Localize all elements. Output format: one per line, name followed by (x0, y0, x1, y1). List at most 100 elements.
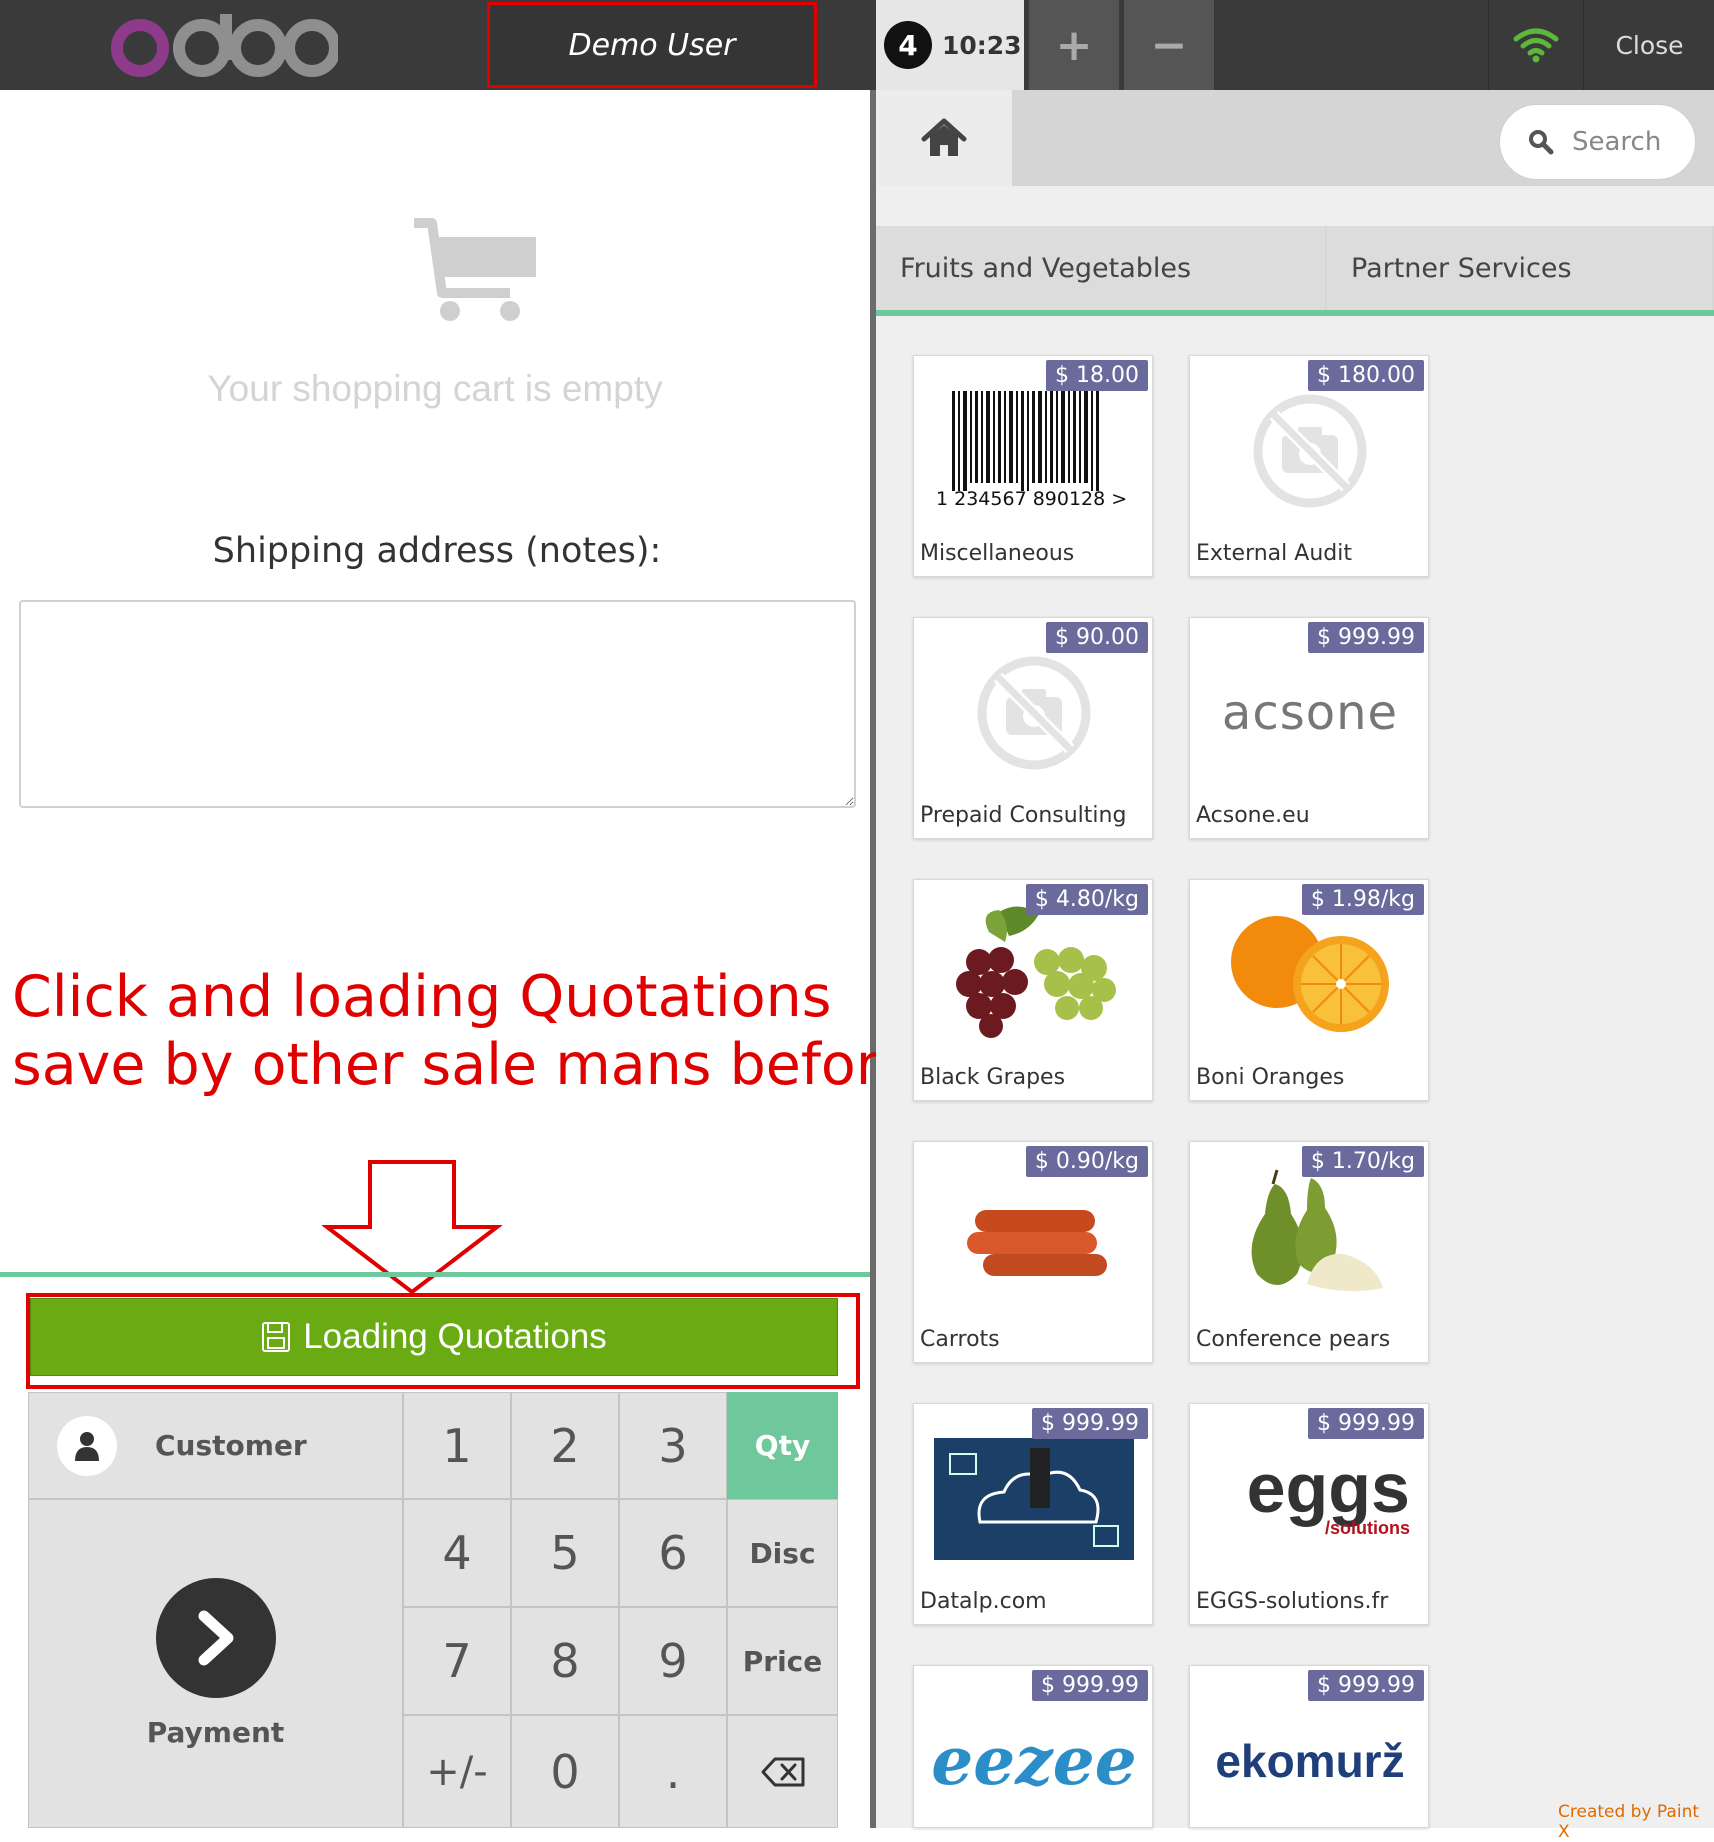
category-fruits-and-vegetables[interactable]: Fruits and Vegetables (876, 226, 1325, 310)
product-name: Conference pears (1196, 1327, 1391, 1352)
product-price: $ 1.70/kg (1301, 1146, 1424, 1177)
loading-quotations-button[interactable]: Loading Quotations (30, 1298, 838, 1376)
odoo-logo (111, 14, 338, 77)
customer-label: Customer (155, 1429, 307, 1462)
oranges-image (1210, 902, 1410, 1047)
plus-icon: + (1055, 19, 1093, 71)
home-icon (921, 118, 967, 156)
product-card-datalp[interactable]: $ 999.99 Datalp.com (913, 1403, 1153, 1625)
numpad-key-5[interactable]: 5 (511, 1499, 619, 1607)
shopping-cart-icon (414, 218, 536, 321)
numpad-key-0[interactable]: 0 (511, 1715, 619, 1828)
annotation-line-2: save by other sale mans before. (12, 1032, 932, 1098)
numpad-key-2[interactable]: 2 (511, 1392, 619, 1499)
product-card-eggs-solutions[interactable]: eggs /solutions $ 999.99 EGGS-solutions.… (1189, 1403, 1429, 1625)
product-card-eezee[interactable]: eezee $ 999.99 (913, 1665, 1153, 1828)
backspace-icon (761, 1757, 804, 1786)
remove-order-button[interactable]: − (1124, 0, 1214, 90)
product-price: $ 0.90/kg (1025, 1146, 1148, 1177)
product-price: $ 999.99 (1032, 1670, 1148, 1701)
product-card-prepaid-consulting[interactable]: $ 90.00 Prepaid Consulting (913, 617, 1153, 839)
numpad-key-6[interactable]: 6 (619, 1499, 727, 1607)
product-name: Miscellaneous (920, 541, 1075, 566)
product-name: EGGS-solutions.fr (1196, 1589, 1389, 1614)
order-divider-line (0, 1272, 870, 1277)
carrots-image (934, 1164, 1134, 1309)
product-name: Boni Oranges (1196, 1065, 1345, 1090)
annotation-line-1: Click and loading Quotations (12, 964, 832, 1030)
product-card-conference-pears[interactable]: $ 1.70/kg Conference pears (1189, 1141, 1429, 1363)
product-name: Datalp.com (920, 1589, 1047, 1614)
order-number-badge: 4 (884, 21, 932, 69)
search-icon (1529, 130, 1554, 155)
product-price: $ 999.99 (1308, 622, 1424, 653)
product-card-miscellaneous[interactable]: 1 234567 890128 > $ 18.00 Miscellaneous (913, 355, 1153, 577)
product-price: $ 999.99 (1308, 1408, 1424, 1439)
ekomurz-logo: ekomurž (1215, 1734, 1405, 1787)
category-divider-line (876, 310, 1714, 316)
product-price: $ 180.00 (1308, 360, 1424, 391)
numpad-key-sign[interactable]: +/- (403, 1715, 511, 1828)
backspace-button[interactable] (727, 1715, 838, 1828)
eezee-logo: eezee (931, 1721, 1137, 1800)
numpad-key-4[interactable]: 4 (403, 1499, 511, 1607)
product-name: Carrots (920, 1327, 1000, 1352)
product-name: Black Grapes (920, 1065, 1066, 1090)
shipping-address-input[interactable] (19, 600, 856, 808)
barcode-image: 1 234567 890128 > (934, 378, 1134, 523)
product-price: $ 90.00 (1046, 622, 1148, 653)
floppy-disk-icon (262, 1322, 291, 1352)
product-price: $ 999.99 (1032, 1408, 1148, 1439)
search-input[interactable]: Search (1499, 104, 1696, 180)
product-name: Acsone.eu (1196, 803, 1310, 828)
search-placeholder: Search (1572, 127, 1662, 157)
cloud-business-image (934, 1426, 1134, 1571)
numpad-key-3[interactable]: 3 (619, 1392, 727, 1499)
order-tab[interactable]: 4 10:23 (876, 0, 1024, 90)
user-name-button[interactable]: Demo User (487, 2, 817, 88)
barcode-number: 1 234567 890128 > (936, 488, 1127, 510)
product-card-black-grapes[interactable]: $ 4.80/kg Black Grapes (913, 879, 1153, 1101)
mode-price-button[interactable]: Price (727, 1607, 838, 1715)
numpad-key-9[interactable]: 9 (619, 1607, 727, 1715)
no-photo-icon (1210, 378, 1410, 523)
numpad-key-1[interactable]: 1 (403, 1392, 511, 1499)
eggs-logo: eggs /solutions (1246, 1449, 1410, 1538)
acsone-logo: acsone (1221, 684, 1399, 741)
product-price: $ 18.00 (1046, 360, 1148, 391)
mode-disc-button[interactable]: Disc (727, 1499, 838, 1607)
add-order-button[interactable]: + (1029, 0, 1119, 90)
mode-qty-button[interactable]: Qty (727, 1392, 838, 1499)
product-card-acsone[interactable]: acsone $ 999.99 Acsone.eu (1189, 617, 1429, 839)
home-category-button[interactable] (876, 90, 1012, 186)
product-name: Prepaid Consulting (920, 803, 1127, 828)
numpad-key-dot[interactable]: . (619, 1715, 727, 1828)
close-button[interactable]: Close (1585, 0, 1714, 90)
product-card-boni-oranges[interactable]: $ 1.98/kg Boni Oranges (1189, 879, 1429, 1101)
chevron-right-icon (155, 1578, 276, 1698)
product-card-ekomurz[interactable]: ekomurž $ 999.99 (1189, 1665, 1429, 1828)
user-name: Demo User (568, 27, 736, 63)
empty-cart-message: Your shopping cart is empty (207, 368, 663, 409)
numpad-key-8[interactable]: 8 (511, 1607, 619, 1715)
shipping-address-label: Shipping address (notes): (212, 531, 662, 571)
payment-button[interactable]: Payment (28, 1499, 403, 1828)
numpad-key-7[interactable]: 7 (403, 1607, 511, 1715)
pears-image (1210, 1164, 1410, 1309)
category-partner-services[interactable]: Partner Services (1327, 226, 1712, 310)
loading-quotations-label: Loading Quotations (303, 1317, 607, 1356)
product-card-carrots[interactable]: $ 0.90/kg Carrots (913, 1141, 1153, 1363)
product-card-external-audit[interactable]: $ 180.00 External Audit (1189, 355, 1429, 577)
customer-button[interactable]: Customer (28, 1392, 403, 1499)
customer-icon (57, 1415, 117, 1476)
product-price: $ 999.99 (1308, 1670, 1424, 1701)
grapes-image (934, 902, 1134, 1047)
payment-label: Payment (146, 1716, 285, 1749)
order-time: 10:23 (942, 30, 1022, 60)
connection-status[interactable] (1488, 0, 1584, 90)
product-price: $ 1.98/kg (1301, 884, 1424, 915)
no-photo-icon (934, 640, 1134, 785)
wifi-icon (1513, 28, 1559, 63)
product-name: External Audit (1196, 541, 1352, 566)
watermark: Created by Paint X (1558, 1802, 1700, 1842)
